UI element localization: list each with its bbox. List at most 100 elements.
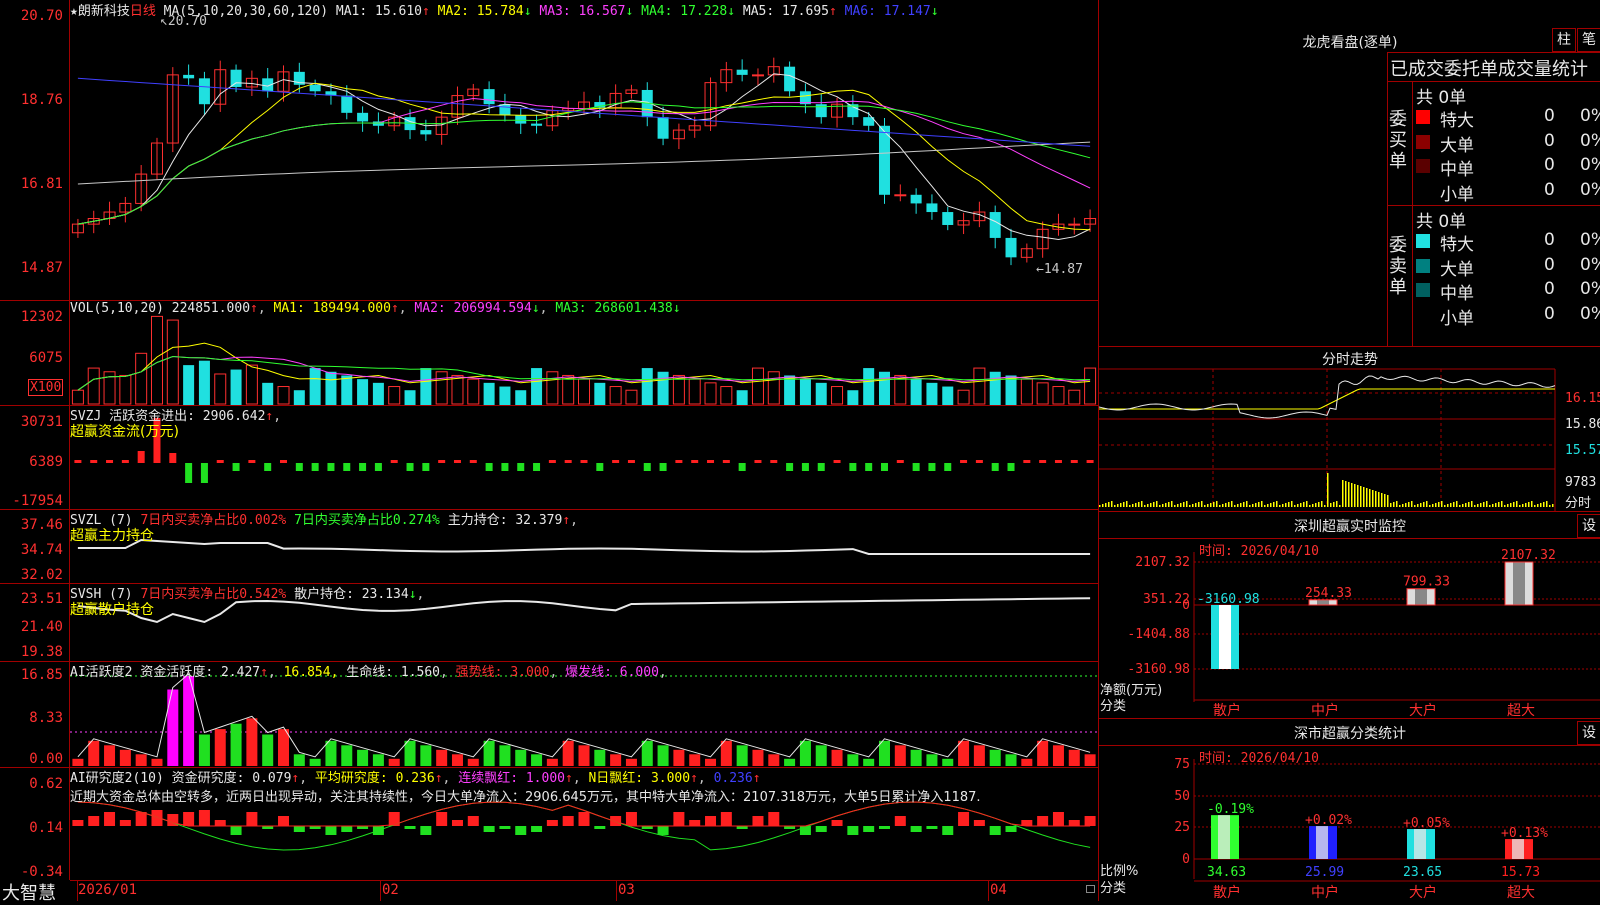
candle-body <box>784 66 796 92</box>
research-bar <box>436 812 448 826</box>
candle-body <box>515 114 527 124</box>
ai2-text3: 连续飘红: <box>458 771 519 786</box>
intraday-volume <box>1297 504 1299 507</box>
order-pct: 0% <box>1580 303 1600 324</box>
intraday-volume <box>1408 502 1410 507</box>
dragon-title: 龙虎看盘(逐单) <box>1302 35 1398 51</box>
research-bar <box>752 816 764 826</box>
intraday-volume <box>1333 502 1335 507</box>
intraday-volume <box>1510 503 1512 507</box>
ai2-comment: 近期大资金总体由空转多，近两日出现异动，关注其持续性，今日大单净流入：2906.… <box>70 790 981 805</box>
volume-bar <box>704 382 717 405</box>
intraday-volume <box>1153 502 1155 507</box>
ma-line <box>77 77 1091 147</box>
intraday-volume <box>1516 501 1518 507</box>
net-amount-chart: 2107.32351.220-1404.88-3160.98-3160.98散户… <box>1127 548 1600 719</box>
intraday-volume <box>1405 503 1407 507</box>
intraday-volume <box>1123 502 1125 507</box>
order-pct: 0% <box>1580 106 1600 126</box>
app-logo: 大智慧 <box>2 883 56 904</box>
research-bar <box>1068 820 1080 826</box>
activity-bar <box>167 689 179 766</box>
vol-ma3: 268601.438 <box>594 301 673 316</box>
research-bar <box>768 812 780 826</box>
intraday-volume <box>1369 489 1371 507</box>
flow-bar <box>390 460 398 463</box>
research-bar <box>847 826 859 835</box>
activity-bar <box>1068 749 1080 766</box>
flow-bar <box>264 463 272 471</box>
flow-bar <box>1054 460 1062 463</box>
net-value-label: 254.33 <box>1305 586 1352 601</box>
intraday-volume <box>1132 504 1134 507</box>
order-row: 大单 0 0% <box>1416 254 1600 280</box>
intraday-volume <box>1210 503 1212 507</box>
research-bar <box>214 820 226 826</box>
volume-bar <box>166 319 179 405</box>
volume-bar <box>119 374 132 405</box>
y-tick: 32.02 <box>20 567 63 583</box>
intraday-volume <box>1441 501 1443 507</box>
activity-bar <box>546 758 558 766</box>
intraday-volume <box>1465 503 1467 507</box>
vol-ma-line <box>77 342 1091 391</box>
activity-bar <box>357 749 369 766</box>
y-tick: 37.46 <box>20 517 63 533</box>
stats-box: 已成交委托单成交量统计 委买单 委卖单 共 0单 共 0单 特大00%大单00%… <box>1387 52 1600 346</box>
intraday-volume <box>1420 503 1422 507</box>
activity-bar <box>926 754 938 766</box>
intraday-panel[interactable]: 分时走势 16.15 15.86 15.57 9783 分时 <box>1098 346 1600 512</box>
intraday-volume <box>1501 501 1503 507</box>
bar-mode-button[interactable]: 柱 <box>1552 28 1576 52</box>
volume-bar <box>467 378 480 405</box>
intraday-volume <box>1540 503 1542 507</box>
intraday-volume <box>1327 473 1329 507</box>
flow-bar <box>975 460 983 463</box>
tick-mode-button[interactable]: 笔 <box>1577 28 1600 52</box>
candle-body <box>751 74 764 77</box>
intraday-volume <box>1393 502 1395 507</box>
intraday-volume <box>1255 503 1257 507</box>
vol-unit: X100 <box>28 379 64 396</box>
main-chart-pane[interactable] <box>70 0 1099 299</box>
candlestick-chart[interactable] <box>70 0 1098 299</box>
holding-line <box>77 538 1091 555</box>
stats-header: 已成交委托单成交量统计 <box>1390 59 1588 80</box>
activity-bar <box>1037 740 1049 766</box>
research-bar <box>657 826 669 835</box>
research-bar <box>293 826 305 832</box>
intraday-volume <box>1147 504 1149 507</box>
research-bar <box>973 820 985 826</box>
candle-body <box>942 212 954 225</box>
intraday-volume <box>1525 503 1527 507</box>
flow-bar <box>1086 460 1094 463</box>
intraday-volume <box>1519 505 1521 507</box>
intraday-volume <box>1447 504 1449 507</box>
ma-value-5: MA5: 17.695 <box>742 4 829 19</box>
period-label[interactable]: 日线 <box>130 4 156 19</box>
activity-bar <box>673 749 685 766</box>
sell-section-label: 委卖单 <box>1389 235 1407 298</box>
svsh-sub: 超赢散户持仓 <box>70 602 154 618</box>
activity-bar <box>135 754 147 766</box>
volume-chart[interactable] <box>70 301 1098 405</box>
intraday-volume <box>1165 503 1167 507</box>
ai1-value5: 6.000 <box>619 665 659 680</box>
volume-bar <box>815 382 827 405</box>
volume-bar <box>515 390 527 405</box>
intraday-chart[interactable] <box>1099 347 1600 512</box>
research-bar <box>878 826 890 829</box>
intraday-volume <box>1306 501 1308 507</box>
order-type: 大单 <box>1440 135 1474 156</box>
net-value-label: -3160.98 <box>1197 592 1260 607</box>
stock-name[interactable]: ★朗新科技 <box>70 4 130 19</box>
volume-bar <box>910 379 922 405</box>
y-tick: 30731 <box>20 414 63 430</box>
intraday-volume <box>1312 504 1314 507</box>
y-tick: -0.34 <box>20 864 63 880</box>
research-bar <box>278 816 290 826</box>
research-bar <box>562 816 574 826</box>
intraday-volume <box>1231 501 1233 507</box>
candle-body <box>736 69 748 75</box>
candle-body <box>198 78 210 105</box>
